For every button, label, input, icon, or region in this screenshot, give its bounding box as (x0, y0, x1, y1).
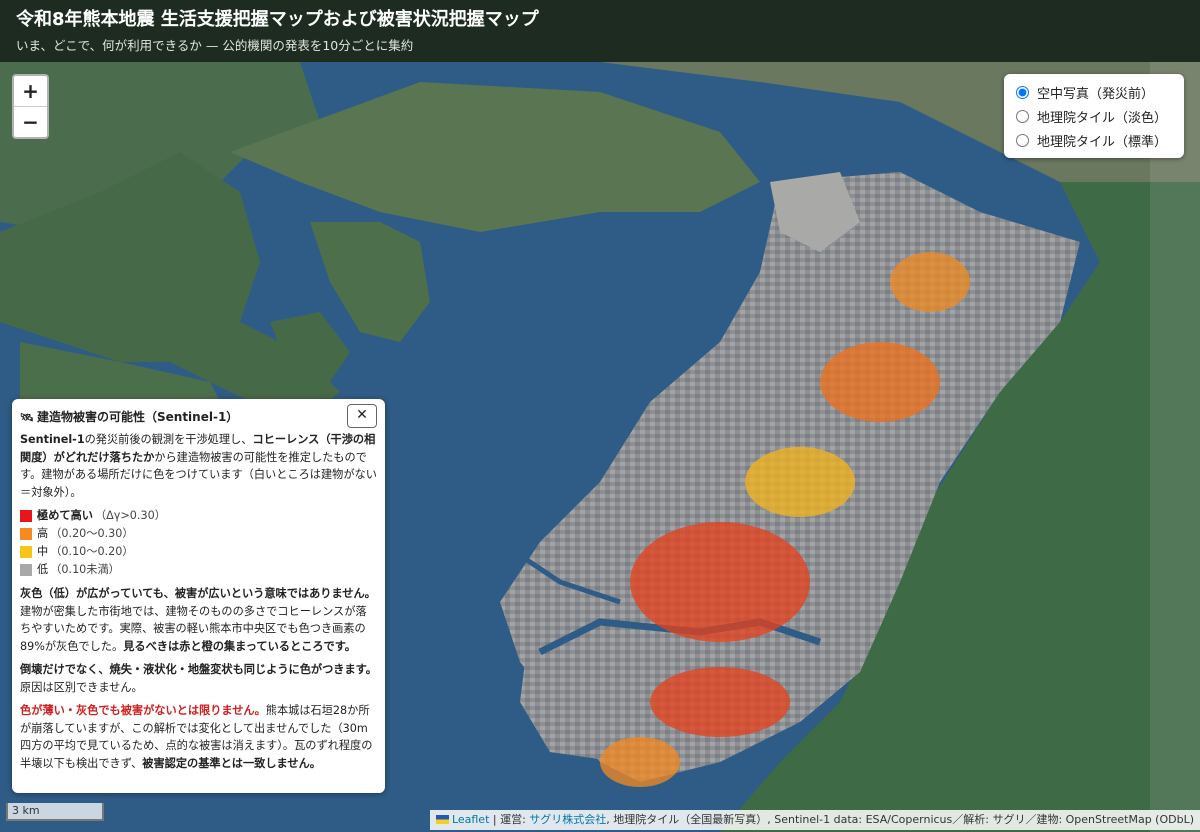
layer-radio-aerial[interactable] (1016, 85, 1029, 99)
legend-range-medium: （0.10〜0.20） (50, 545, 134, 559)
scale-bar: 3 km (6, 803, 104, 821)
legend-intro: Sentinel-1の発災前後の観測を干渉処理し、コヒーレンス（干渉の相関度）が… (20, 431, 377, 501)
legend-label-high: 高 (37, 527, 49, 541)
legend-range-high: （0.20〜0.30） (50, 527, 134, 541)
zoom-out-button[interactable]: − (14, 106, 47, 137)
legend-label-low: 低 (37, 563, 49, 577)
legend-label-medium: 中 (37, 545, 49, 559)
layer-label-aerial: 空中写真（発災前） (1037, 86, 1155, 102)
legend-item-high: 高 （0.20〜0.30） (20, 525, 377, 543)
layer-label-pale: 地理院タイル（淡色） (1037, 110, 1168, 126)
attribution-separator: | 運営: (489, 813, 530, 826)
legend-item-low: 低 （0.10未満） (20, 561, 377, 579)
legend-title: 🛰 建造物被害の可能性（Sentinel-1） (20, 407, 377, 429)
legend-label-very-high: 極めて高い (37, 509, 93, 523)
layer-option-aerial[interactable]: 空中写真（発災前） (1014, 80, 1174, 104)
legend-items: 極めて高い （Δγ>0.30） 高 （0.20〜0.30） 中 （0.10〜0.… (20, 507, 377, 579)
zoom-in-button[interactable]: + (14, 76, 47, 106)
note-gray-bold: 灰色（低）が広がっていても、被害が広いという意味ではありません。 (20, 587, 376, 600)
layer-radio-standard[interactable] (1016, 133, 1029, 147)
layer-option-standard[interactable]: 地理院タイル（標準） (1014, 128, 1174, 152)
ukraine-flag-icon (435, 815, 449, 824)
layer-switcher: 空中写真（発災前） 地理院タイル（淡色） 地理院タイル（標準） (1004, 74, 1184, 158)
swatch-very-high (20, 510, 32, 522)
damage-legend-panel: 🛰 建造物被害の可能性（Sentinel-1） ✕ Sentinel-1の発災前… (12, 399, 385, 793)
map-view[interactable]: + − 空中写真（発災前） 地理院タイル（淡色） 地理院タイル（標準） 🛰 建造… (0, 62, 1200, 832)
layer-option-pale[interactable]: 地理院タイル（淡色） (1014, 104, 1174, 128)
legend-note-cause: 倒壊だけでなく、焼失・液状化・地盤変状も同じように色がつきます。原因は区別できま… (20, 661, 377, 696)
note-gray-bold-2: 見るべきは赤と橙の集まっているところです。 (123, 639, 356, 653)
legend-item-medium: 中 （0.10〜0.20） (20, 543, 377, 561)
note-cause-bold: 倒壊だけでなく、焼失・液状化・地盤変状も同じように色がつきます。 (20, 663, 377, 676)
note-cause-text: 原因は区別できません。 (20, 680, 143, 694)
zoom-control: + − (12, 74, 49, 139)
legend-range-very-high: （Δγ>0.30） (94, 509, 166, 523)
satellite-icon: 🛰 (20, 411, 34, 425)
page-title: 令和8年熊本地震 生活支援把握マップおよび被害状況把握マップ (16, 9, 539, 30)
note-limit-bold: 被害認定の基準とは一致しません。 (142, 756, 321, 770)
leaflet-link[interactable]: Leaflet (452, 813, 489, 826)
operator-link[interactable]: サグリ株式会社 (529, 813, 606, 826)
page-subtitle: いま、どこで、何が利用できるか — 公的機関の発表を10分ごとに集約 (16, 38, 414, 53)
intro-text-1: の発災前後の観測を干渉処理し、 (84, 433, 253, 446)
layer-label-standard: 地理院タイル（標準） (1037, 134, 1168, 150)
attribution-bar: Leaflet | 運営: サグリ株式会社, 地理院タイル（全国最新写真）, S… (429, 810, 1200, 830)
swatch-medium (20, 546, 32, 558)
legend-range-low: （0.10未満） (50, 563, 120, 577)
swatch-high (20, 528, 32, 540)
app-header: 令和8年熊本地震 生活支援把握マップおよび被害状況把握マップ いま、どこで、何が… (0, 0, 1200, 62)
attribution-text: , 地理院タイル（全国最新写真）, Sentinel-1 data: ESA/C… (606, 813, 1194, 826)
layer-radio-pale[interactable] (1016, 109, 1029, 123)
legend-note-limit: 色が薄い・灰色でも被害がないとは限りません。熊本城は石垣28か所が崩落しています… (20, 702, 377, 772)
legend-close-button[interactable]: ✕ (347, 404, 377, 428)
intro-bold-1: Sentinel-1 (20, 433, 85, 446)
legend-item-very-high: 極めて高い （Δγ>0.30） (20, 507, 377, 525)
note-limit-warning: 色が薄い・灰色でも被害がないとは限りません。 (20, 704, 266, 717)
legend-note-gray: 灰色（低）が広がっていても、被害が広いという意味ではありません。建物が密集した市… (20, 585, 377, 655)
swatch-low (20, 564, 32, 576)
legend-title-text: 建造物被害の可能性（Sentinel-1） (37, 410, 239, 425)
